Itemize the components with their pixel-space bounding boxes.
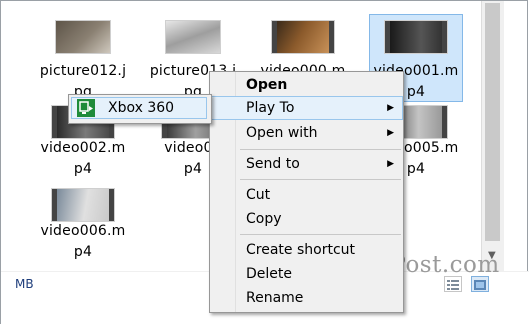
submenu-item-xbox-360[interactable]: Xbox 360 (71, 97, 207, 119)
menu-item-open[interactable]: Open (210, 73, 403, 97)
menu-item-open-with[interactable]: Open with ▶ (210, 121, 403, 145)
play-to-submenu: Xbox 360 (68, 94, 212, 124)
file-item-picture012[interactable]: picture012.j pg (36, 1, 130, 101)
menu-item-create-shortcut[interactable]: Create shortcut (210, 238, 403, 262)
file-name: video006.m p4 (40, 223, 126, 260)
details-view-icon[interactable] (444, 276, 462, 292)
menu-item-cut[interactable]: Cut (210, 183, 403, 207)
video-thumbnail (52, 189, 114, 221)
menu-item-send-to[interactable]: Send to ▶ (210, 152, 403, 176)
video-thumbnail (272, 21, 334, 53)
context-menu: Open Play To ▶ Open with ▶ Send to ▶ Cut Co… (209, 71, 404, 313)
menu-item-play-to[interactable]: Play To ▶ (210, 96, 403, 120)
menu-separator (240, 179, 401, 180)
menu-separator (240, 234, 401, 235)
submenu-arrow-icon: ▶ (387, 159, 394, 169)
menu-item-delete[interactable]: Delete (210, 262, 403, 286)
picture-thumbnail (56, 21, 110, 53)
menu-separator (240, 149, 401, 150)
xbox-device-icon (77, 99, 95, 117)
view-switcher (444, 276, 494, 294)
submenu-arrow-icon: ▶ (387, 103, 394, 113)
video-thumbnail (385, 21, 447, 53)
status-size-text: MB (15, 277, 34, 291)
menu-item-copy[interactable]: Copy (210, 207, 403, 231)
scrollbar-thumb[interactable] (485, 3, 500, 241)
large-icons-view-icon[interactable] (471, 276, 489, 292)
submenu-item-label: Xbox 360 (108, 100, 175, 116)
vertical-scrollbar[interactable]: ▼ (481, 1, 504, 271)
menu-item-rename[interactable]: Rename (210, 286, 403, 310)
file-item-video006[interactable]: video006.m p4 (36, 181, 130, 266)
submenu-arrow-icon: ▶ (387, 128, 394, 138)
picture-thumbnail (166, 21, 220, 53)
file-name: video002.m p4 (40, 140, 126, 177)
